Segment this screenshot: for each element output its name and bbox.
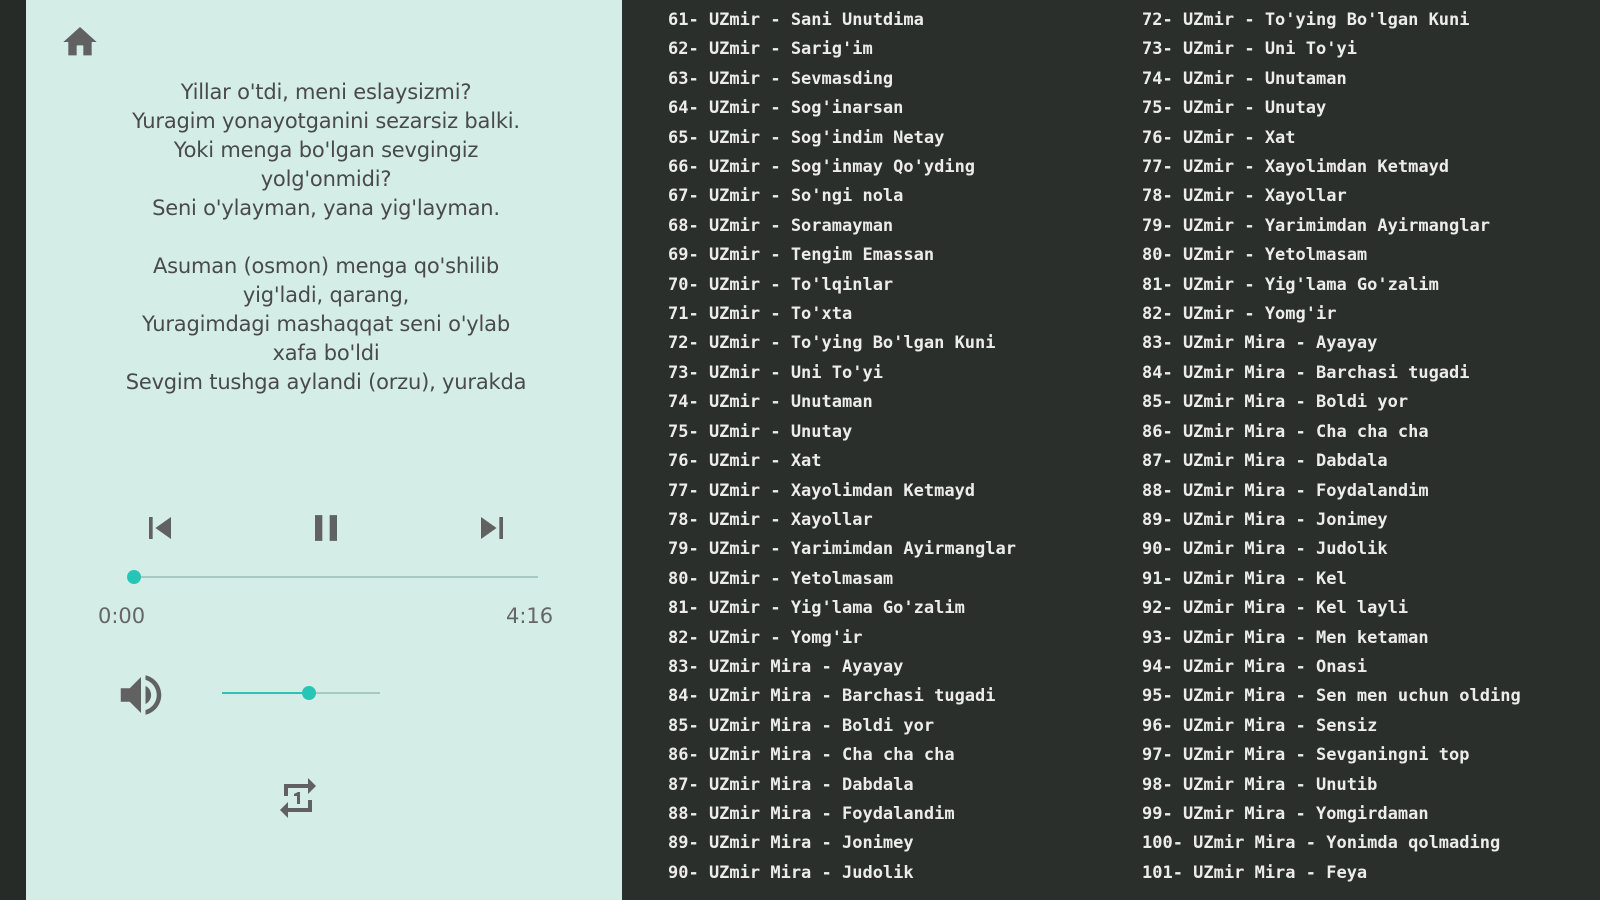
playlist-item[interactable]: 83- UZmir Mira - Ayayay xyxy=(668,653,1016,682)
playlist-item[interactable]: 64- UZmir - Sog'inarsan xyxy=(668,94,1016,123)
playlist-item[interactable]: 89- UZmir Mira - Jonimey xyxy=(668,829,1016,858)
playlist-item[interactable]: 63- UZmir - Sevmasding xyxy=(668,65,1016,94)
playlist-item[interactable]: 85- UZmir Mira - Boldi yor xyxy=(668,712,1016,741)
playlist-item[interactable]: 94- UZmir Mira - Onasi xyxy=(1142,653,1521,682)
playlist-item[interactable]: 93- UZmir Mira - Men ketaman xyxy=(1142,624,1521,653)
volume-icon[interactable] xyxy=(114,668,168,722)
playlist-item[interactable]: 75- UZmir - Unutay xyxy=(668,418,1016,447)
playlist-item[interactable]: 77- UZmir - Xayolimdan Ketmayd xyxy=(668,477,1016,506)
playlist-item[interactable]: 100- UZmir Mira - Yonimda qolmading xyxy=(1142,829,1521,858)
playlist-item[interactable]: 73- UZmir - Uni To'yi xyxy=(1142,35,1521,64)
playlist-item[interactable]: 77- UZmir - Xayolimdan Ketmayd xyxy=(1142,153,1521,182)
playlist-item[interactable]: 65- UZmir - Sog'indim Netay xyxy=(668,124,1016,153)
playlist-item[interactable]: 78- UZmir - Xayollar xyxy=(1142,182,1521,211)
playlist-item[interactable]: 82- UZmir - Yomg'ir xyxy=(668,624,1016,653)
skip-next-icon xyxy=(481,517,503,539)
playlist-item[interactable]: 91- UZmir Mira - Kel xyxy=(1142,565,1521,594)
total-time: 4:16 xyxy=(506,604,554,628)
playlist-item[interactable]: 89- UZmir Mira - Jonimey xyxy=(1142,506,1521,535)
playlist-column-2: 72- UZmir - To'ying Bo'lgan Kuni 73- UZmi… xyxy=(1142,6,1521,888)
playlist-item[interactable]: 72- UZmir - To'ying Bo'lgan Kuni xyxy=(1142,6,1521,35)
left-edge xyxy=(0,0,26,900)
previous-button[interactable] xyxy=(138,506,182,550)
playlist-item[interactable]: 92- UZmir Mira - Kel layli xyxy=(1142,594,1521,623)
seek-bar-thumb[interactable] xyxy=(127,570,141,584)
playlist-item[interactable]: 74- UZmir - Unutaman xyxy=(668,388,1016,417)
next-button[interactable] xyxy=(470,506,514,550)
home-icon[interactable] xyxy=(60,22,100,62)
playlist-item[interactable]: 81- UZmir - Yig'lama Go'zalim xyxy=(668,594,1016,623)
playlist-item[interactable]: 67- UZmir - So'ngi nola xyxy=(668,182,1016,211)
playlist-item[interactable]: 97- UZmir Mira - Sevganingni top xyxy=(1142,741,1521,770)
playlist-item[interactable]: 95- UZmir Mira - Sen men uchun olding xyxy=(1142,682,1521,711)
repeat-one-button[interactable] xyxy=(274,772,322,824)
playlist-item[interactable]: 75- UZmir - Unutay xyxy=(1142,94,1521,123)
playlist-item[interactable]: 85- UZmir Mira - Boldi yor xyxy=(1142,388,1521,417)
playlist-item[interactable]: 68- UZmir - Soramayman xyxy=(668,212,1016,241)
pause-button[interactable] xyxy=(304,506,348,550)
playlist-column-1: 61- UZmir - Sani Unutdima 62- UZmir - Sar… xyxy=(668,6,1016,888)
playlist-item[interactable]: 101- UZmir Mira - Feya xyxy=(1142,859,1521,888)
playlist-item[interactable]: 73- UZmir - Uni To'yi xyxy=(668,359,1016,388)
playlist-item[interactable]: 96- UZmir Mira - Sensiz xyxy=(1142,712,1521,741)
playlist-item[interactable]: 80- UZmir - Yetolmasam xyxy=(1142,241,1521,270)
playlist-item[interactable]: 70- UZmir - To'lqinlar xyxy=(668,271,1016,300)
playlist-item[interactable]: 90- UZmir Mira - Judolik xyxy=(1142,535,1521,564)
playlist-item[interactable]: 61- UZmir - Sani Unutdima xyxy=(668,6,1016,35)
volume-slider[interactable] xyxy=(222,686,380,700)
playlist-item[interactable]: 76- UZmir - Xat xyxy=(668,447,1016,476)
current-time: 0:00 xyxy=(98,604,146,628)
volume-slider-thumb[interactable] xyxy=(301,686,316,700)
playlist-item[interactable]: 76- UZmir - Xat xyxy=(1142,124,1521,153)
playlist-item[interactable]: 84- UZmir Mira - Barchasi tugadi xyxy=(1142,359,1521,388)
playlist-item[interactable]: 86- UZmir Mira - Cha cha cha xyxy=(668,741,1016,770)
playlist-item[interactable]: 99- UZmir Mira - Yomgirdaman xyxy=(1142,800,1521,829)
repeat-one-icon xyxy=(280,778,316,818)
lyrics-text: Yillar o'tdi, meni eslaysizmi? Yuragim y… xyxy=(125,80,527,394)
volume-slider-fill xyxy=(222,692,309,694)
playlist-item[interactable]: 72- UZmir - To'ying Bo'lgan Kuni xyxy=(668,329,1016,358)
playlist-item[interactable]: 71- UZmir - To'xta xyxy=(668,300,1016,329)
playlist-item[interactable]: 88- UZmir Mira - Foydalandim xyxy=(1142,477,1521,506)
playlist-item[interactable]: 81- UZmir - Yig'lama Go'zalim xyxy=(1142,271,1521,300)
pause-icon xyxy=(315,515,337,541)
player-panel: Yillar o'tdi, meni eslaysizmi? Yuragim y… xyxy=(26,0,622,900)
playlist-item[interactable]: 87- UZmir Mira - Dabdala xyxy=(1142,447,1521,476)
playlist-item[interactable]: 80- UZmir - Yetolmasam xyxy=(668,565,1016,594)
playlist-item[interactable]: 86- UZmir Mira - Cha cha cha xyxy=(1142,418,1521,447)
playlist-item[interactable]: 88- UZmir Mira - Foydalandim xyxy=(668,800,1016,829)
playlist-item[interactable]: 83- UZmir Mira - Ayayay xyxy=(1142,329,1521,358)
playlist-item[interactable]: 82- UZmir - Yomg'ir xyxy=(1142,300,1521,329)
skip-previous-icon xyxy=(149,517,171,539)
playlist-item[interactable]: 62- UZmir - Sarig'im xyxy=(668,35,1016,64)
playlist-item[interactable]: 84- UZmir Mira - Barchasi tugadi xyxy=(668,682,1016,711)
playlist-item[interactable]: 87- UZmir Mira - Dabdala xyxy=(668,771,1016,800)
seek-bar[interactable] xyxy=(127,570,538,584)
playlist-item[interactable]: 69- UZmir - Tengim Emassan xyxy=(668,241,1016,270)
playlist-item[interactable]: 79- UZmir - Yarimimdan Ayirmanglar xyxy=(668,535,1016,564)
playlist-item[interactable]: 66- UZmir - Sog'inmay Qo'yding xyxy=(668,153,1016,182)
playlist-item[interactable]: 98- UZmir Mira - Unutib xyxy=(1142,771,1521,800)
playlist-item[interactable]: 79- UZmir - Yarimimdan Ayirmanglar xyxy=(1142,212,1521,241)
playlist-item[interactable]: 74- UZmir - Unutaman xyxy=(1142,65,1521,94)
playlist-item[interactable]: 90- UZmir Mira - Judolik xyxy=(668,859,1016,888)
playlist-item[interactable]: 78- UZmir - Xayollar xyxy=(668,506,1016,535)
